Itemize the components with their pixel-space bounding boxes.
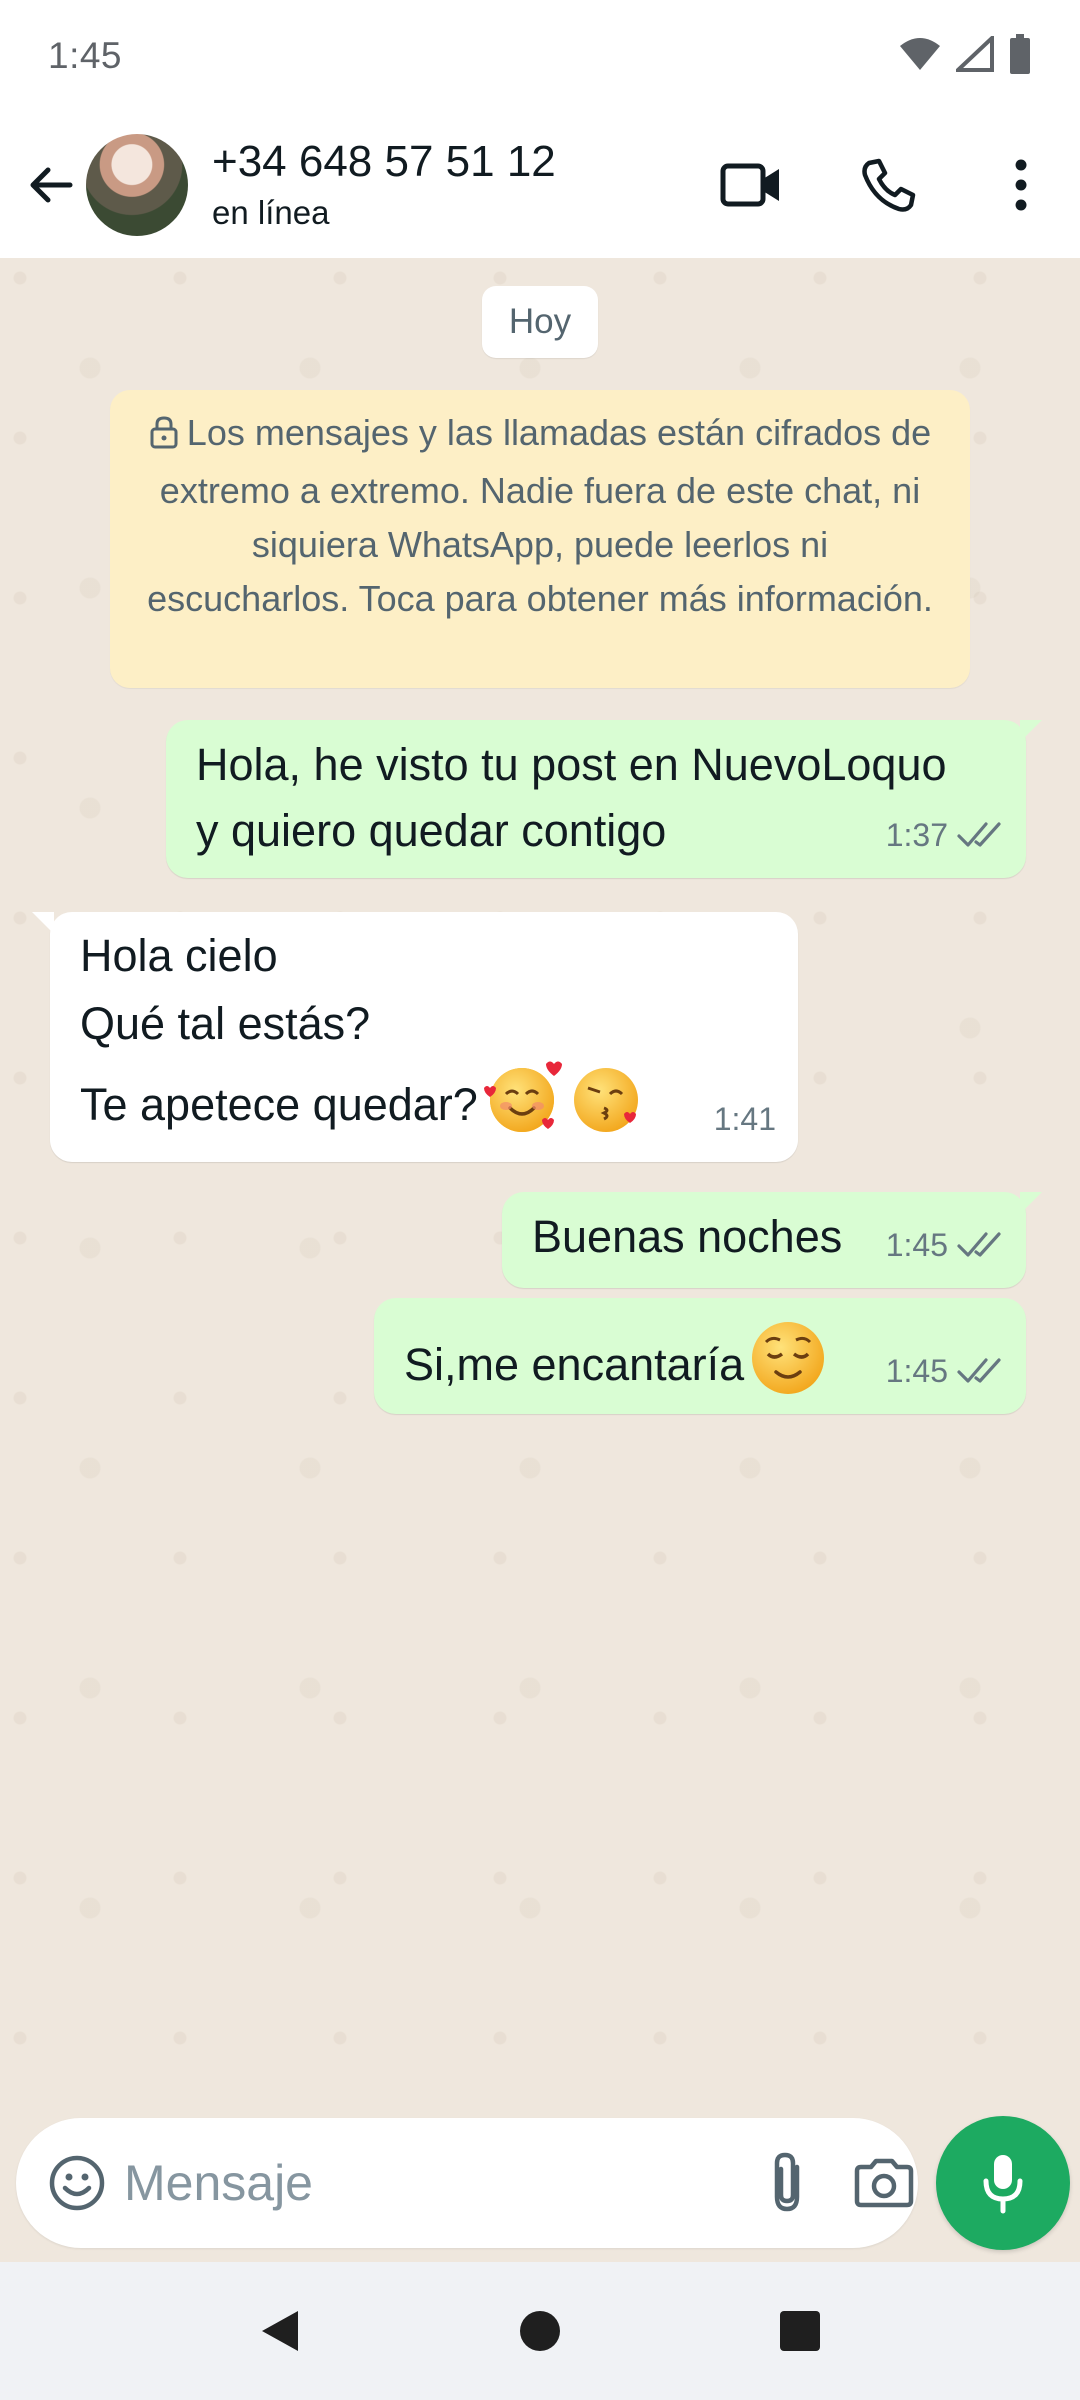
arrow-back-icon xyxy=(30,167,73,203)
date-chip: Hoy xyxy=(482,286,598,358)
message-time: 1:41 xyxy=(713,1101,776,1137)
phone-icon xyxy=(862,158,916,212)
nav-back-icon xyxy=(262,2311,298,2351)
chat-header: +34 648 57 51 12 en línea xyxy=(0,112,1080,258)
message-text: Si,me encantaría xyxy=(404,1339,745,1390)
more-options-button[interactable] xyxy=(986,150,1056,220)
double-check-icon xyxy=(957,1232,1001,1257)
face-blowing-kiss-icon xyxy=(566,1058,646,1157)
contact-avatar[interactable] xyxy=(86,134,188,236)
emoji-button[interactable] xyxy=(48,2143,106,2223)
message-outgoing[interactable]: Si,me encantaría 1:45 xyxy=(374,1298,1026,1414)
encryption-notice[interactable]: Los mensajes y las llamadas están cifrad… xyxy=(110,390,970,688)
camera-button[interactable] xyxy=(853,2143,915,2223)
message-outgoing[interactable]: Hola, he visto tu post en NuevoLoquo y q… xyxy=(166,720,1042,878)
contact-info[interactable]: +34 648 57 51 12 en línea xyxy=(212,135,556,235)
lock-icon xyxy=(149,410,179,464)
microphone-icon xyxy=(983,2155,1023,2214)
voice-call-button[interactable] xyxy=(854,150,924,220)
message-time: 1:45 xyxy=(885,1353,948,1389)
encryption-notice-text: Los mensajes y las llamadas están cifrad… xyxy=(147,412,933,619)
message-text-wrap: Hola cielo Qué tal estás? Te apetece que… xyxy=(50,912,798,1157)
wifi-icon xyxy=(898,36,942,77)
message-time: 1:45 xyxy=(885,1227,948,1263)
attach-button[interactable] xyxy=(767,2143,807,2223)
relieved-face-icon xyxy=(748,1318,828,1416)
video-call-button[interactable] xyxy=(716,150,786,220)
message-incoming[interactable]: Hola cielo Qué tal estás? Te apetece que… xyxy=(32,912,798,1162)
message-input[interactable] xyxy=(124,2154,767,2212)
chat-area[interactable]: Hoy Los mensajes y las llamadas están ci… xyxy=(0,258,1080,2098)
message-meta: 1:37 xyxy=(886,802,1004,868)
system-nav-bar xyxy=(0,2262,1080,2400)
double-check-icon xyxy=(957,822,1001,847)
status-bar: 1:45 xyxy=(0,0,1080,112)
nav-recents-icon xyxy=(780,2311,820,2351)
contact-name: +34 648 57 51 12 xyxy=(212,137,556,186)
paperclip-icon xyxy=(774,2152,800,2212)
nav-home-icon xyxy=(520,2311,560,2351)
contact-status: en línea xyxy=(212,194,330,231)
status-icons xyxy=(898,32,1032,79)
more-options-icon xyxy=(1015,159,1027,211)
back-button[interactable] xyxy=(16,150,86,220)
message-composer xyxy=(16,2118,918,2248)
nav-back-button[interactable] xyxy=(250,2301,310,2361)
voice-message-button[interactable] xyxy=(936,2116,1070,2250)
message-time: 1:37 xyxy=(885,817,948,853)
signal-icon xyxy=(952,32,994,77)
smiling-face-with-hearts-icon xyxy=(482,1058,562,1157)
video-call-icon xyxy=(720,163,779,207)
status-time: 1:45 xyxy=(48,35,123,76)
message-meta: 1:45 xyxy=(886,1338,1004,1404)
nav-home-button[interactable] xyxy=(510,2301,570,2361)
emoji-icon xyxy=(49,2155,105,2211)
camera-icon xyxy=(854,2158,914,2208)
message-meta: 1:45 xyxy=(886,1212,1004,1278)
message-meta: 1:41 xyxy=(714,1086,776,1152)
battery-icon xyxy=(1008,33,1032,79)
nav-recents-button[interactable] xyxy=(770,2301,830,2361)
message-text: Hola cielo Qué tal estás? Te apetece que… xyxy=(80,930,478,1130)
message-outgoing[interactable]: Buenas noches 1:45 xyxy=(502,1192,1042,1288)
double-check-icon xyxy=(957,1358,1001,1383)
header-actions xyxy=(716,112,1080,258)
